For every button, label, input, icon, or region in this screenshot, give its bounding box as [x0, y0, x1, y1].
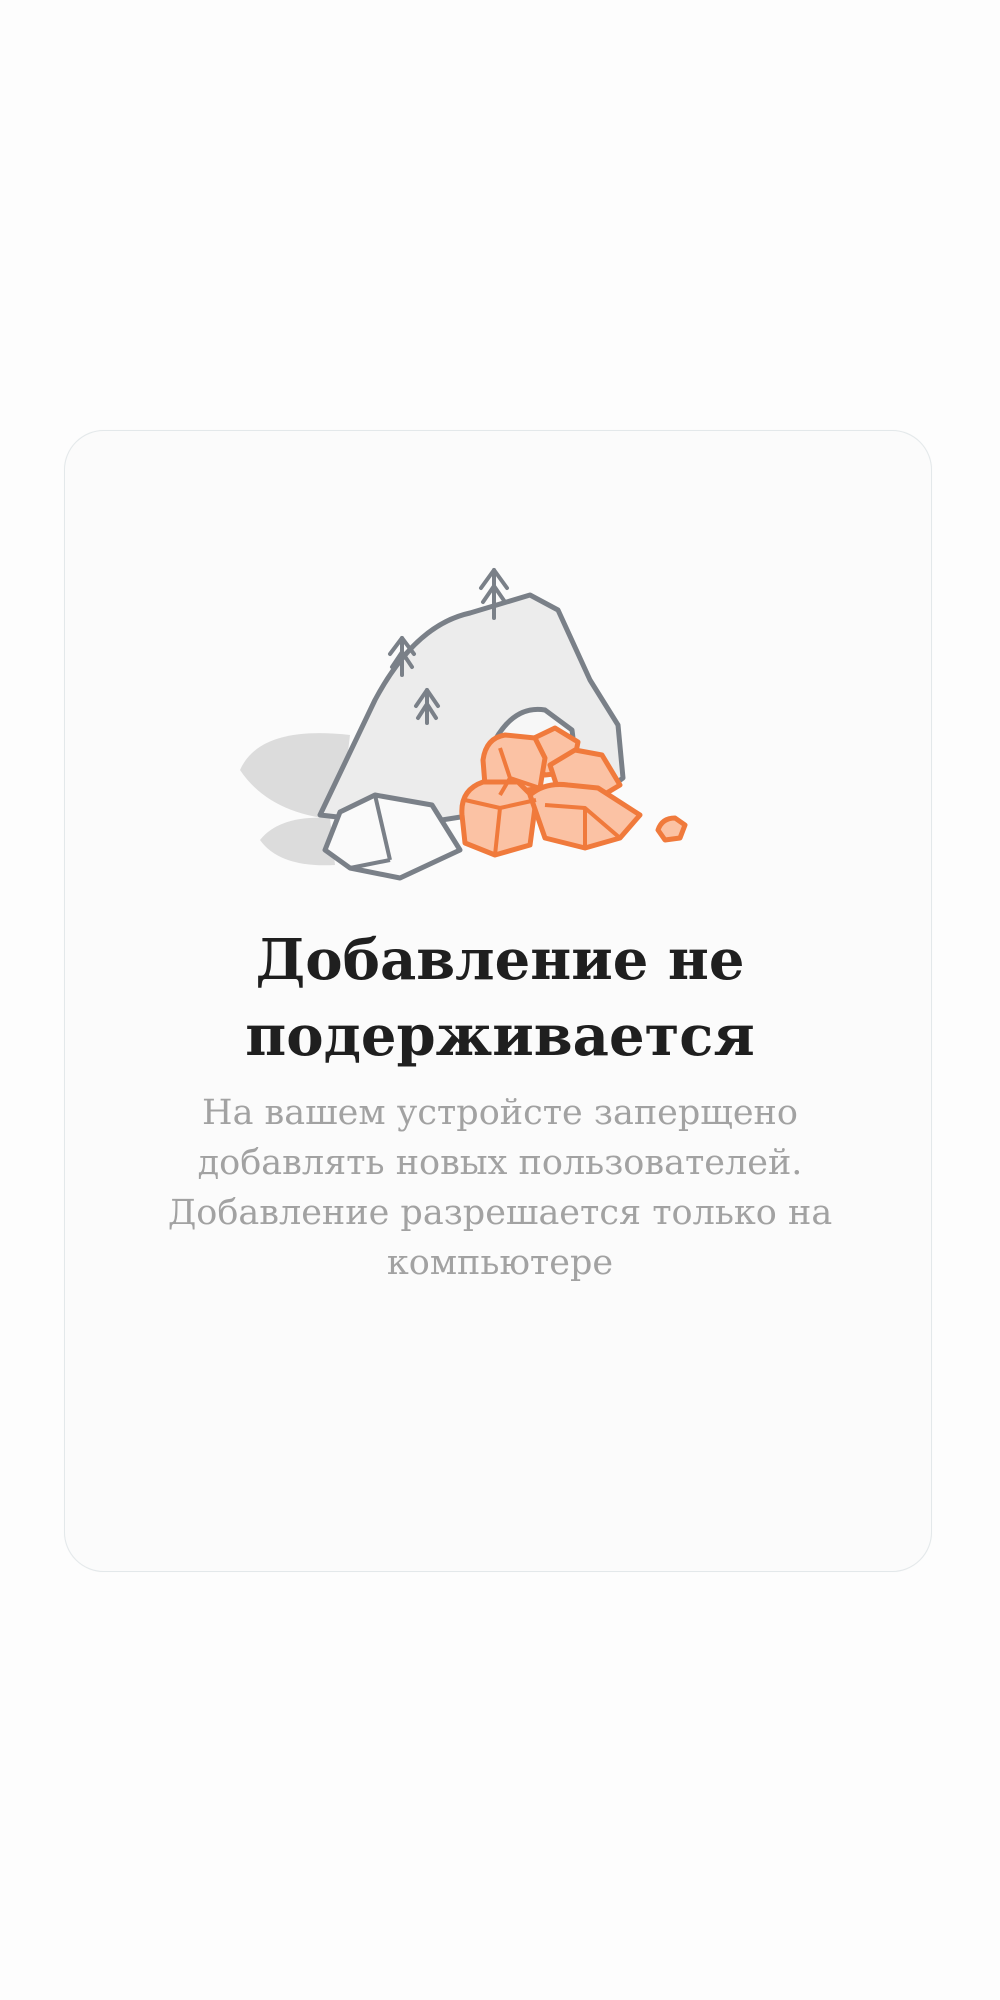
screen: Добавление не подерживается На вашем уст… — [0, 0, 1000, 2000]
dialog-message: На вашем устройсте заперщено добавлять н… — [167, 1093, 833, 1283]
dialog-title: Добавление не подерживается — [245, 927, 755, 1069]
rocks-and-cave-icon — [240, 568, 688, 881]
shadow-front — [260, 817, 335, 866]
